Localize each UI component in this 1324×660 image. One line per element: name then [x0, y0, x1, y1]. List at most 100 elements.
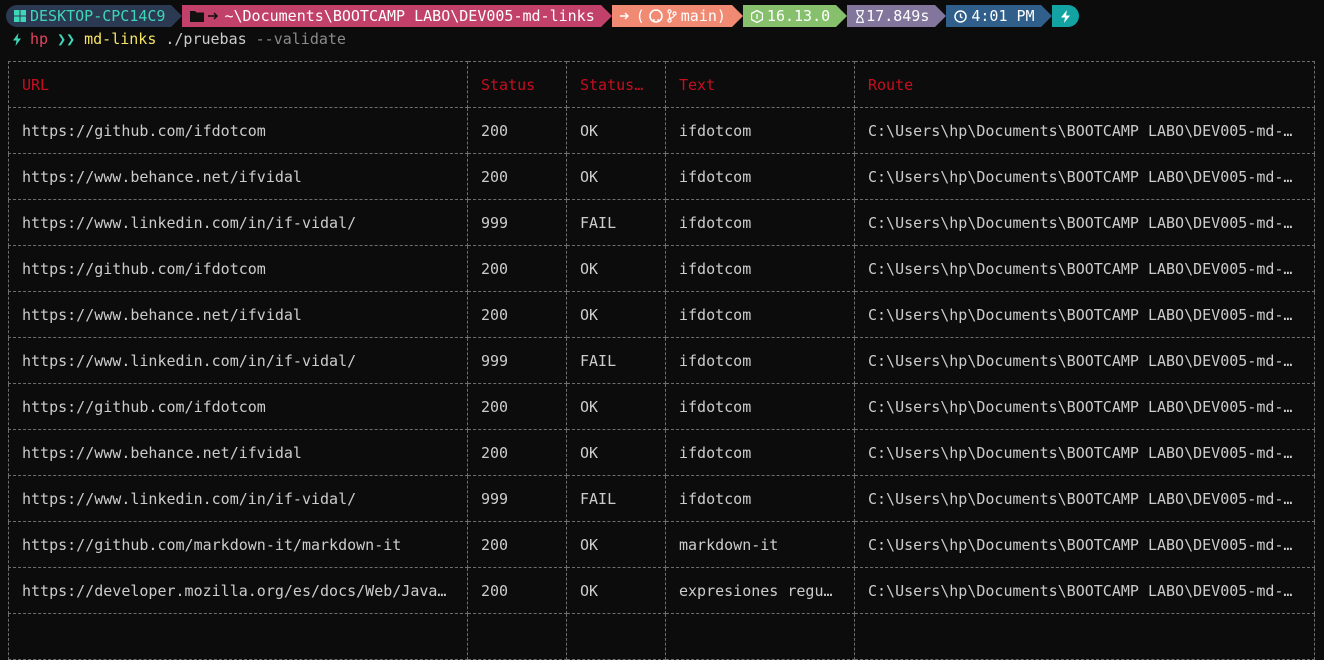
cell-route: C:\Users\hp\Documents\BOOTCAMP LABO\DEV0… — [854, 429, 1315, 476]
cell-route: C:\Users\hp\Documents\BOOTCAMP LABO\DEV0… — [854, 245, 1315, 292]
column-header-status: Status — [467, 61, 567, 108]
command-arg: ./pruebas — [165, 30, 247, 48]
cell-route: C:\Users\hp\Documents\BOOTCAMP LABO\DEV0… — [854, 199, 1315, 246]
lightning-icon — [12, 32, 22, 46]
cell-route — [854, 613, 1315, 660]
command-arrows: ❯❯ — [57, 30, 76, 48]
windows-icon — [14, 10, 26, 22]
table-row: https://developer.mozilla.org/es/docs/We… — [8, 567, 1315, 614]
cell-text: ifdotcom — [665, 429, 855, 476]
prompt-node-version: 16.13.0 — [766, 7, 831, 25]
table-row: https://www.behance.net/ifvidal 200 OK ifdo… — [8, 429, 1315, 476]
cell-url: https://www.linkedin.com/in/if-vidal/ — [8, 475, 468, 522]
cell-url: https://github.com/ifdotcom — [8, 107, 468, 154]
github-icon — [648, 9, 663, 23]
cell-text — [665, 613, 855, 660]
cell-status — [467, 613, 567, 660]
cell-text: markdown-it — [665, 521, 855, 568]
cell-status: 200 — [467, 567, 567, 614]
paren-close: ) — [716, 7, 726, 25]
cell-status-message: OK — [566, 429, 666, 476]
prompt-bar: DESKTOP-CPC14C9 ~\Documents\BOOTCAMP LAB… — [6, 5, 1079, 27]
command-user: hp — [30, 30, 49, 48]
cell-route: C:\Users\hp\Documents\BOOTCAMP LABO\DEV0… — [854, 521, 1315, 568]
table-header-row: URL Status Status … Text Route — [8, 61, 1315, 108]
cell-status-message: FAIL — [566, 199, 666, 246]
table-row: https://www.linkedin.com/in/if-vidal/999… — [8, 337, 1315, 384]
table-row: https://github.com/ifdotcom 200 OK ifdotcom… — [8, 107, 1315, 154]
cell-route: C:\Users\hp\Documents\BOOTCAMP LABO\DEV0… — [854, 383, 1315, 430]
cell-route: C:\Users\hp\Documents\BOOTCAMP LABO\DEV0… — [854, 291, 1315, 338]
cell-text: ifdotcom — [665, 107, 855, 154]
prompt-git-branch: main — [680, 7, 717, 25]
cell-url: https://www.behance.net/ifvidal — [8, 153, 468, 200]
git-branch-icon — [667, 9, 677, 23]
table-row: https://www.behance.net/ifvidal 200 OK ifdo… — [8, 291, 1315, 338]
hourglass-icon — [855, 9, 865, 23]
cell-url: https://www.behance.net/ifvidal — [8, 291, 468, 338]
prompt-path: ~\Documents\BOOTCAMP LABO\DEV005-md-link… — [223, 7, 595, 25]
lightning-icon — [1060, 9, 1071, 23]
cell-status-message: OK — [566, 107, 666, 154]
column-header-url: URL — [8, 61, 468, 108]
command-name: md-links — [84, 30, 157, 48]
cell-status: 200 — [467, 245, 567, 292]
prompt-git-segment: ( main ) — [611, 5, 744, 27]
cell-route: C:\Users\hp\Documents\BOOTCAMP LABO\DEV0… — [854, 107, 1315, 154]
cell-status-message: OK — [566, 291, 666, 338]
cell-status-message: OK — [566, 383, 666, 430]
cell-status: 999 — [467, 337, 567, 384]
cell-status: 200 — [467, 521, 567, 568]
cell-text: ifdotcom — [665, 245, 855, 292]
prompt-machine-segment: DESKTOP-CPC14C9 — [6, 5, 183, 27]
table-row: https://github.com/ifdotcom 200 OK ifdotcom… — [8, 245, 1315, 292]
table-row: https://www.linkedin.com/in/if-vidal/999… — [8, 199, 1315, 246]
cell-status: 200 — [467, 107, 567, 154]
results-table-wrapper: URL Status Status … Text Route https://g… — [8, 61, 1315, 660]
cell-text: expresiones regul… — [665, 567, 855, 614]
cell-status-message — [566, 613, 666, 660]
cell-route: C:\Users\hp\Documents\BOOTCAMP LABO\DEV0… — [854, 153, 1315, 200]
cell-text: ifdotcom — [665, 199, 855, 246]
folder-icon — [190, 10, 205, 22]
cell-status-message: OK — [566, 567, 666, 614]
column-header-status-message: Status … — [566, 61, 666, 108]
cell-route: C:\Users\hp\Documents\BOOTCAMP LABO\DEV0… — [854, 337, 1315, 384]
arrow-right-icon — [619, 11, 630, 21]
column-header-route: Route — [854, 61, 1315, 108]
paren-open: ( — [635, 7, 645, 25]
table-body: https://github.com/ifdotcom 200 OK ifdotcom… — [8, 107, 1315, 660]
cell-url — [8, 613, 468, 660]
cell-url: https://www.linkedin.com/in/if-vidal/ — [8, 337, 468, 384]
table-row: https://www.linkedin.com/in/if-vidal/999… — [8, 475, 1315, 522]
results-table: URL Status Status … Text Route https://g… — [8, 61, 1315, 660]
prompt-time: 4:01 PM — [971, 7, 1035, 25]
command-line[interactable]: hp ❯❯ md-links ./pruebas --validate — [12, 29, 346, 49]
prompt-duration: 17.849s — [866, 7, 930, 25]
nodejs-icon — [750, 9, 763, 23]
cell-url: https://github.com/markdown-it/markdown-… — [8, 521, 468, 568]
prompt-end-segment — [1051, 5, 1079, 27]
cell-status: 200 — [467, 383, 567, 430]
cell-status: 200 — [467, 291, 567, 338]
prompt-node-segment: 16.13.0 — [742, 5, 848, 27]
cell-text: ifdotcom — [665, 475, 855, 522]
table-row: https://www.behance.net/ifvidal 200 OK ifdo… — [8, 153, 1315, 200]
table-row — [8, 613, 1315, 660]
cell-status: 200 — [467, 153, 567, 200]
cell-text: ifdotcom — [665, 383, 855, 430]
cell-url: https://www.linkedin.com/in/if-vidal/ — [8, 199, 468, 246]
cell-status-message: FAIL — [566, 337, 666, 384]
command-flag: --validate — [255, 30, 346, 48]
cell-status-message: OK — [566, 521, 666, 568]
cell-url: https://developer.mozilla.org/es/docs/We… — [8, 567, 468, 614]
prompt-time-segment: 4:01 PM — [946, 5, 1052, 27]
cell-route: C:\Users\hp\Documents\BOOTCAMP LABO\DEV0… — [854, 567, 1315, 614]
cell-status: 999 — [467, 199, 567, 246]
table-row: https://github.com/markdown-it/markdown-… — [8, 521, 1315, 568]
cell-text: ifdotcom — [665, 291, 855, 338]
prompt-duration-segment: 17.849s — [847, 5, 947, 27]
arrow-right-icon — [208, 11, 219, 21]
cell-status-message: OK — [566, 245, 666, 292]
cell-status: 200 — [467, 429, 567, 476]
